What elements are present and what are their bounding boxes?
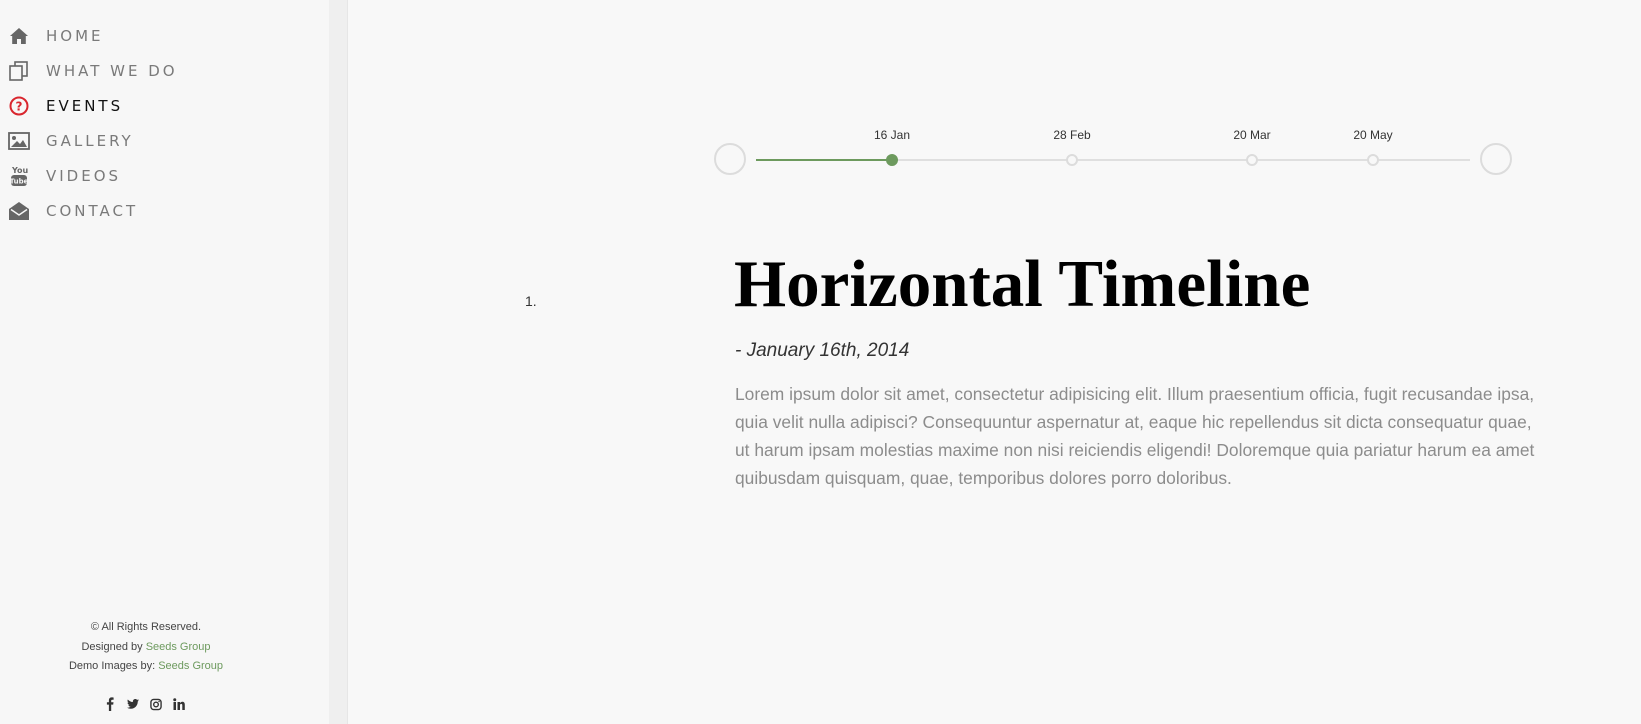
timeline-progress-fill	[756, 159, 892, 161]
timeline-dot[interactable]	[1367, 154, 1379, 166]
event-date: - January 16th, 2014	[735, 340, 910, 361]
timeline-next-button[interactable]	[1480, 143, 1512, 175]
sidebar: HOME WHAT WE DO ? EVENTS GALLERY You Tube…	[0, 0, 329, 724]
sidebar-item-home[interactable]: HOME	[0, 18, 329, 53]
sidebar-item-label: WHAT WE DO	[46, 61, 178, 80]
envelope-open-icon	[8, 200, 30, 222]
sidebar-item-label: HOME	[46, 26, 104, 45]
demo-images-label: Demo Images by:	[68, 660, 156, 672]
list-number: 1.	[525, 293, 537, 309]
home-icon	[8, 25, 30, 47]
event-title: Horizontal Timeline	[734, 247, 1311, 321]
sidebar-item-what-we-do[interactable]: WHAT WE DO	[0, 53, 329, 88]
social-links	[104, 697, 185, 711]
sidebar-item-contact[interactable]: CONTACT	[0, 193, 329, 228]
copyright-text: © All Rights Reserved.	[90, 621, 202, 633]
sidebar-item-gallery[interactable]: GALLERY	[0, 123, 329, 158]
event-description: Lorem ipsum dolor sit amet, consectetur …	[735, 384, 1535, 488]
sidebar-divider	[329, 0, 348, 724]
svg-text:Tube: Tube	[10, 177, 28, 185]
youtube-icon: You Tube	[8, 165, 30, 187]
sidebar-item-label: CONTACT	[46, 201, 139, 220]
image-icon	[8, 130, 30, 152]
timeline-date-label[interactable]: 20 Mar	[1233, 128, 1270, 142]
copy-icon	[8, 60, 30, 82]
sidebar-footer: © All Rights Reserved. Designed by Seeds…	[0, 618, 292, 677]
sidebar-item-label: VIDEOS	[46, 166, 122, 185]
designed-by-link[interactable]: Seeds Group	[146, 641, 211, 653]
timeline-date-label[interactable]: 20 May	[1353, 128, 1392, 142]
sidebar-item-label: EVENTS	[46, 96, 124, 115]
instagram-icon[interactable]	[150, 697, 162, 711]
svg-text:You: You	[11, 166, 28, 175]
twitter-icon[interactable]	[127, 697, 139, 711]
question-circle-icon: ?	[8, 95, 30, 117]
demo-images-link[interactable]: Seeds Group	[158, 660, 223, 672]
designed-by-line: Designed by Seeds Group	[0, 638, 292, 658]
designed-by-label: Designed by	[81, 640, 143, 653]
timeline-prev-button[interactable]	[714, 143, 746, 175]
timeline-dot[interactable]	[1246, 154, 1258, 166]
sidebar-nav: HOME WHAT WE DO ? EVENTS GALLERY You Tube…	[0, 18, 329, 228]
sidebar-item-videos[interactable]: You Tube VIDEOS	[0, 158, 329, 193]
timeline-dot-selected[interactable]	[886, 154, 898, 166]
sidebar-item-label: GALLERY	[46, 131, 134, 150]
svg-text:?: ?	[16, 99, 23, 113]
sidebar-item-events[interactable]: ? EVENTS	[0, 88, 329, 123]
horizontal-timeline: 16 Jan 28 Feb 20 Mar 20 May	[714, 126, 1514, 186]
facebook-icon[interactable]	[104, 697, 116, 711]
timeline-dot[interactable]	[1066, 154, 1078, 166]
timeline-date-label[interactable]: 28 Feb	[1053, 128, 1090, 142]
timeline-date-label[interactable]: 16 Jan	[874, 128, 910, 142]
demo-images-line: Demo Images by: Seeds Group	[0, 657, 292, 677]
linkedin-icon[interactable]	[173, 697, 185, 711]
